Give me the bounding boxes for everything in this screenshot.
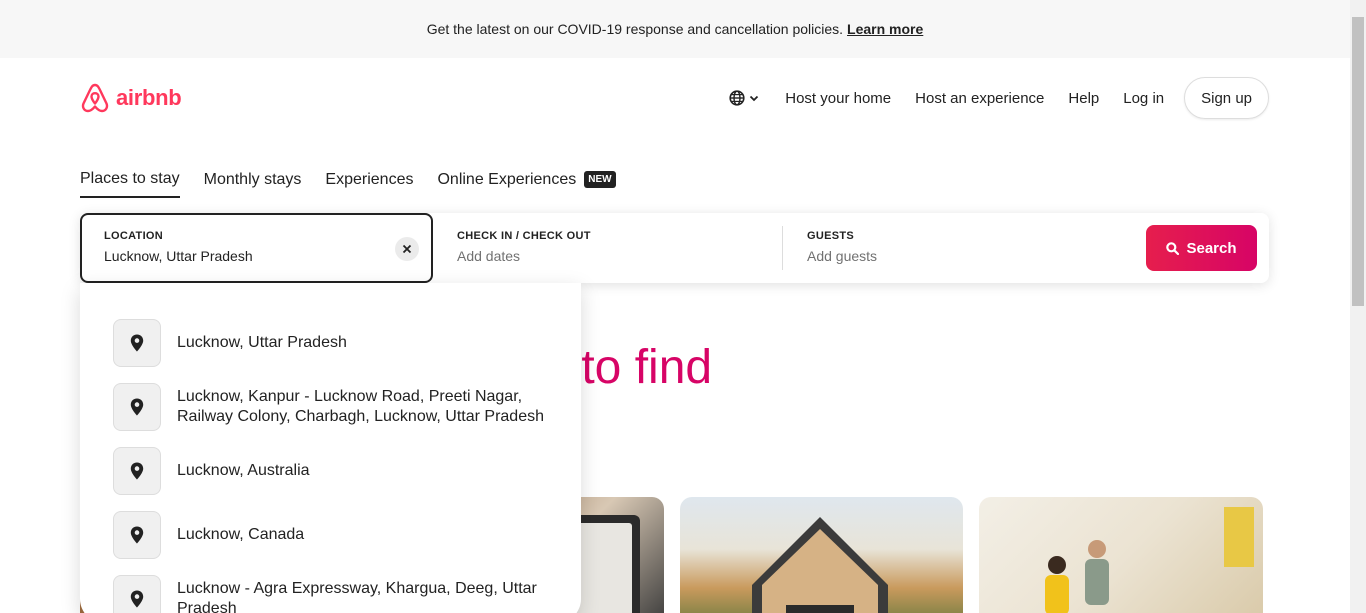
language-button[interactable] [721, 90, 773, 106]
airbnb-logo[interactable]: airbnb [80, 82, 182, 114]
location-pin-icon [113, 447, 161, 495]
location-pin-icon [113, 383, 161, 431]
help-link[interactable]: Help [1056, 90, 1111, 107]
hero-photo-2[interactable] [680, 497, 963, 613]
dates-field[interactable]: CHECK IN / CHECK OUT Add dates [433, 213, 782, 283]
kitchen-people-illustration [1045, 507, 1254, 613]
tab-experiences[interactable]: Experiences [325, 171, 413, 197]
tab-places-to-stay[interactable]: Places to stay [80, 170, 180, 198]
dates-placeholder: Add dates [457, 248, 521, 264]
page: Get the latest on our COVID-19 response … [0, 0, 1366, 613]
tab-monthly-stays[interactable]: Monthly stays [204, 171, 302, 197]
header-nav: Host your home Host an experience Help L… [721, 77, 1269, 119]
suggestion-text: Lucknow, Uttar Pradesh [177, 334, 347, 351]
guests-placeholder: Add guests [807, 248, 878, 264]
guests-label: GUESTS [807, 230, 855, 242]
host-your-home-link[interactable]: Host your home [773, 90, 903, 107]
suggestion-item[interactable]: Lucknow, Canada [113, 511, 563, 559]
search-button-label: Search [1186, 239, 1237, 257]
location-label: LOCATION [104, 230, 164, 242]
suggestion-item[interactable]: Lucknow, Kanpur - Lucknow Road, Preeti N… [113, 383, 563, 431]
host-an-experience-link[interactable]: Host an experience [903, 90, 1056, 107]
tab-online-experiences-label: Online Experiences [437, 171, 577, 188]
close-icon [402, 244, 412, 254]
search-button[interactable]: Search [1146, 225, 1257, 271]
tab-online-experiences[interactable]: Online Experiences NEW [437, 171, 616, 197]
globe-icon [729, 90, 745, 106]
suggestion-text: Lucknow, Australia [177, 462, 310, 479]
clear-location-button[interactable] [395, 237, 419, 261]
location-pin-icon [113, 511, 161, 559]
signup-button[interactable]: Sign up [1184, 77, 1269, 119]
location-pin-icon [113, 575, 161, 613]
covid-banner: Get the latest on our COVID-19 response … [0, 0, 1350, 58]
page-scrollbar[interactable] [1350, 0, 1366, 613]
location-field[interactable]: LOCATION [80, 213, 433, 283]
location-suggestions-dropdown: Lucknow, Uttar Pradesh Lucknow, Kanpur -… [80, 283, 581, 613]
suggestion-text: Lucknow, Kanpur - Lucknow Road, Preeti N… [177, 388, 544, 425]
suggestion-text: Lucknow - Agra Expressway, Khargua, Deeg… [177, 580, 537, 613]
location-input[interactable] [104, 248, 374, 264]
suggestion-item[interactable]: Lucknow, Uttar Pradesh [113, 319, 563, 367]
learn-more-link[interactable]: Learn more [847, 21, 923, 37]
hero-photo-3[interactable] [979, 497, 1263, 613]
new-badge: NEW [584, 171, 616, 188]
search-bar: LOCATION CHECK IN / CHECK OUT Add dates … [80, 213, 1269, 283]
banner-message: Get the latest on our COVID-19 response … [426, 21, 844, 37]
suggestion-item[interactable]: Lucknow - Agra Expressway, Khargua, Deeg… [113, 575, 563, 613]
logo-text: airbnb [116, 85, 182, 110]
airbnb-logo-icon [81, 83, 109, 113]
cabin-illustration [752, 517, 888, 613]
search-tabs: Places to stay Monthly stays Experiences… [80, 170, 640, 198]
chevron-down-icon [750, 95, 759, 102]
login-link[interactable]: Log in [1111, 90, 1176, 107]
dates-label: CHECK IN / CHECK OUT [457, 230, 591, 242]
suggestion-text: Lucknow, Canada [177, 526, 305, 543]
scrollbar-thumb[interactable] [1352, 17, 1364, 306]
search-icon [1166, 241, 1180, 255]
suggestion-item[interactable]: Lucknow, Australia [113, 447, 563, 495]
guests-field[interactable]: GUESTS Add guests [783, 213, 1133, 283]
location-pin-icon [113, 319, 161, 367]
